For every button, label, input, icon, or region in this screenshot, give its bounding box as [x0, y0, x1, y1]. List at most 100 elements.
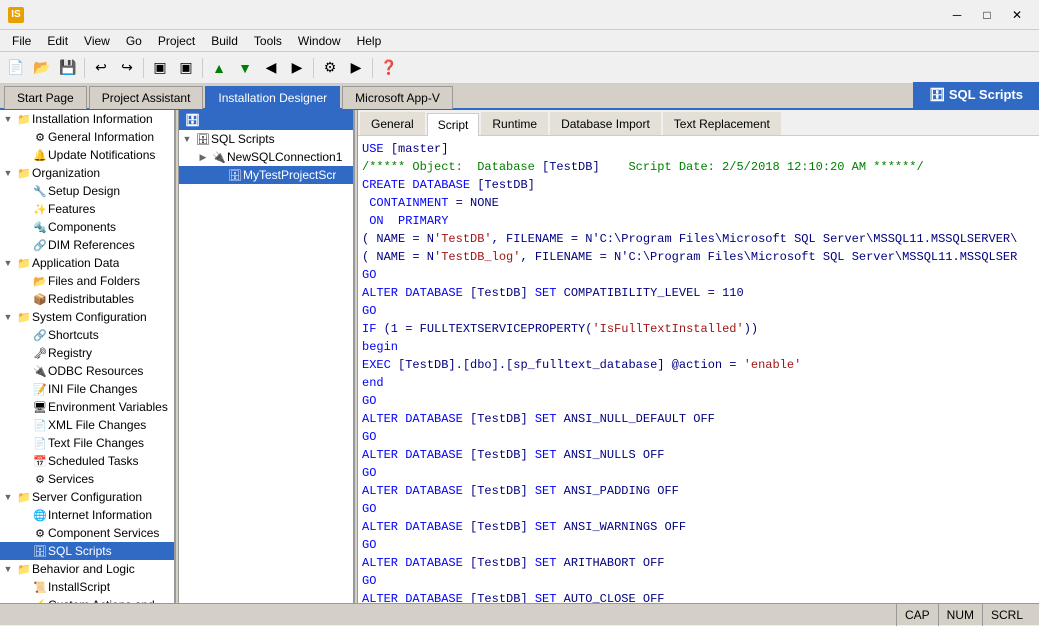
- expand-icon[interactable]: ▶: [195, 149, 211, 165]
- mid-tree-node-new-sql-connection[interactable]: ▶ 🔌 NewSQLConnection1: [179, 148, 353, 166]
- tree-node-services[interactable]: ⚙ Services: [0, 470, 174, 488]
- tab-start-page[interactable]: Start Page: [4, 86, 87, 109]
- menu-view[interactable]: View: [76, 32, 118, 50]
- right-tab-general[interactable]: General: [360, 112, 425, 135]
- expand-icon[interactable]: [16, 471, 32, 487]
- tree-node-features[interactable]: ✨ Features: [0, 200, 174, 218]
- tab-installation-designer[interactable]: Installation Designer: [205, 86, 340, 109]
- expand-icon[interactable]: ▼: [0, 489, 16, 505]
- expand-icon[interactable]: [16, 453, 32, 469]
- tree-node-setup-design[interactable]: 🔧 Setup Design: [0, 182, 174, 200]
- code-line: GO: [362, 392, 1035, 410]
- tree-node-odbc-resources[interactable]: 🔌 ODBC Resources: [0, 362, 174, 380]
- toolbar-help[interactable]: ❓: [377, 56, 401, 80]
- expand-icon[interactable]: [16, 435, 32, 451]
- tree-node-application-data[interactable]: ▼ 📁 Application Data: [0, 254, 174, 272]
- menu-build[interactable]: Build: [203, 32, 246, 50]
- tree-node-text-file-changes[interactable]: 📄 Text File Changes: [0, 434, 174, 452]
- tree-node-installscript[interactable]: 📜 InstallScript: [0, 578, 174, 596]
- node-label: System Configuration: [32, 310, 147, 324]
- tree-node-custom-actions[interactable]: ⚡ Custom Actions and: [0, 596, 174, 603]
- expand-icon[interactable]: [16, 237, 32, 253]
- right-tab-text-replacement[interactable]: Text Replacement: [663, 112, 781, 135]
- toolbar-up[interactable]: ▲: [207, 56, 231, 80]
- tree-node-sql-scripts[interactable]: 🗄 SQL Scripts: [0, 542, 174, 560]
- expand-icon[interactable]: [16, 543, 32, 559]
- expand-icon[interactable]: ▼: [0, 561, 16, 577]
- node-label: MyTestProjectScr: [243, 168, 336, 182]
- expand-icon[interactable]: [16, 201, 32, 217]
- tree-node-server-configuration[interactable]: ▼ 📁 Server Configuration: [0, 488, 174, 506]
- close-button[interactable]: ✕: [1003, 5, 1031, 25]
- menu-tools[interactable]: Tools: [246, 32, 290, 50]
- expand-icon[interactable]: [16, 291, 32, 307]
- tree-node-registry[interactable]: 🗝 Registry: [0, 344, 174, 362]
- expand-icon[interactable]: [16, 219, 32, 235]
- tree-node-general-info[interactable]: ⚙ General Information: [0, 128, 174, 146]
- expand-icon[interactable]: [16, 399, 32, 415]
- expand-icon[interactable]: [16, 525, 32, 541]
- tree-node-scheduled-tasks[interactable]: 📅 Scheduled Tasks: [0, 452, 174, 470]
- expand-icon[interactable]: [16, 597, 32, 603]
- maximize-button[interactable]: □: [973, 5, 1001, 25]
- expand-icon[interactable]: [16, 183, 32, 199]
- tree-node-behavior-and-logic[interactable]: ▼ 📁 Behavior and Logic: [0, 560, 174, 578]
- toolbar-fwd[interactable]: ▶: [285, 56, 309, 80]
- menu-go[interactable]: Go: [118, 32, 150, 50]
- toolbar-undo[interactable]: ↩: [89, 56, 113, 80]
- tree-node-xml-file-changes[interactable]: 📄 XML File Changes: [0, 416, 174, 434]
- right-tab-database-import[interactable]: Database Import: [550, 112, 661, 135]
- tree-node-files-and-folders[interactable]: 📂 Files and Folders: [0, 272, 174, 290]
- expand-icon[interactable]: [16, 417, 32, 433]
- expand-icon[interactable]: [16, 363, 32, 379]
- toolbar-build[interactable]: ⚙: [318, 56, 342, 80]
- expand-icon[interactable]: ▼: [0, 165, 16, 181]
- expand-icon[interactable]: ▼: [179, 131, 195, 147]
- tree-node-ini-file-changes[interactable]: 📝 INI File Changes: [0, 380, 174, 398]
- menu-window[interactable]: Window: [290, 32, 349, 50]
- toolbar-open[interactable]: 📂: [30, 56, 54, 80]
- toolbar-new[interactable]: 📄: [4, 56, 28, 80]
- expand-icon[interactable]: [16, 147, 32, 163]
- expand-icon[interactable]: [16, 381, 32, 397]
- mid-tree-node-sql-scripts-root[interactable]: ▼ 🗄 SQL Scripts: [179, 130, 353, 148]
- expand-icon[interactable]: [16, 129, 32, 145]
- expand-icon[interactable]: ▼: [0, 255, 16, 271]
- toolbar-run[interactable]: ▶: [344, 56, 368, 80]
- right-tab-runtime[interactable]: Runtime: [481, 112, 548, 135]
- tree-node-system-configuration[interactable]: ▼ 📁 System Configuration: [0, 308, 174, 326]
- expand-icon[interactable]: [16, 579, 32, 595]
- tree-node-installation-info[interactable]: ▼ 📁 Installation Information: [0, 110, 174, 128]
- tree-node-organization[interactable]: ▼ 📁 Organization: [0, 164, 174, 182]
- minimize-button[interactable]: ─: [943, 5, 971, 25]
- menu-file[interactable]: File: [4, 32, 39, 50]
- right-tab-script[interactable]: Script: [427, 113, 480, 136]
- tree-node-internet-information[interactable]: 🌐 Internet Information: [0, 506, 174, 524]
- tree-node-environment-variables[interactable]: 🖥 Environment Variables: [0, 398, 174, 416]
- toolbar-down[interactable]: ▼: [233, 56, 257, 80]
- toolbar-b1[interactable]: ▣: [148, 56, 172, 80]
- toolbar-redo[interactable]: ↪: [115, 56, 139, 80]
- tree-node-dim-references[interactable]: 🔗 DIM References: [0, 236, 174, 254]
- toolbar-b2[interactable]: ▣: [174, 56, 198, 80]
- tree-node-shortcuts[interactable]: 🔗 Shortcuts: [0, 326, 174, 344]
- tree-node-components[interactable]: 🔩 Components: [0, 218, 174, 236]
- expand-icon[interactable]: [16, 273, 32, 289]
- tab-project-assistant[interactable]: Project Assistant: [89, 86, 204, 109]
- menu-project[interactable]: Project: [150, 32, 203, 50]
- menu-edit[interactable]: Edit: [39, 32, 76, 50]
- mid-tree-node-my-test-project-scr[interactable]: 🗄 MyTestProjectScr: [179, 166, 353, 184]
- tree-node-component-services[interactable]: ⚙ Component Services: [0, 524, 174, 542]
- expand-icon[interactable]: ▼: [0, 111, 16, 127]
- toolbar-save[interactable]: 💾: [56, 56, 80, 80]
- expand-icon[interactable]: ▼: [0, 309, 16, 325]
- tree-node-redistributables[interactable]: 📦 Redistributables: [0, 290, 174, 308]
- toolbar-back[interactable]: ◀: [259, 56, 283, 80]
- menu-help[interactable]: Help: [349, 32, 390, 50]
- expand-icon[interactable]: [211, 167, 227, 183]
- expand-icon[interactable]: [16, 345, 32, 361]
- tab-microsoft-app-v[interactable]: Microsoft App-V: [342, 86, 453, 109]
- expand-icon[interactable]: [16, 507, 32, 523]
- expand-icon[interactable]: [16, 327, 32, 343]
- tree-node-update-notifications[interactable]: 🔔 Update Notifications: [0, 146, 174, 164]
